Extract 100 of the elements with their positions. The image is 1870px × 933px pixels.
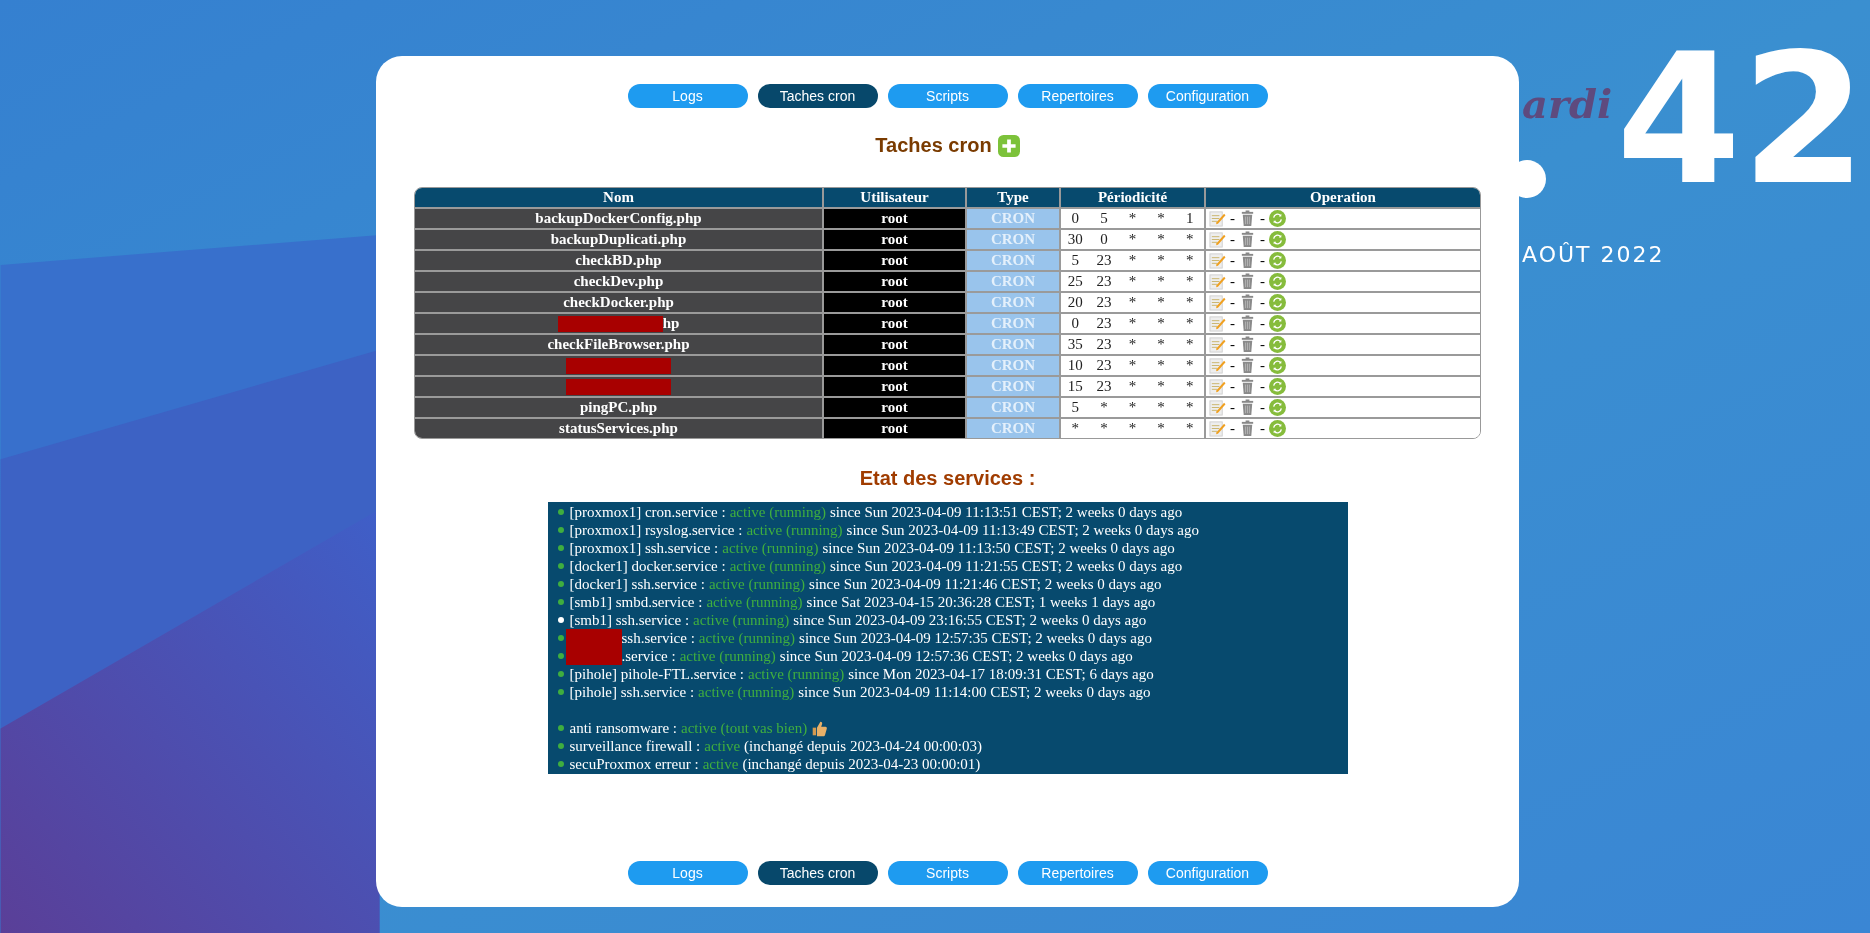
table-cell: CRON bbox=[967, 396, 1061, 417]
schedule-value: 35 bbox=[1066, 336, 1084, 353]
refresh-icon[interactable] bbox=[1269, 315, 1286, 332]
schedule-value: 23 bbox=[1095, 378, 1113, 395]
schedule-value: * bbox=[1127, 336, 1138, 353]
edit-icon[interactable] bbox=[1209, 231, 1226, 248]
script-name: checkBD.php bbox=[575, 252, 662, 269]
table-cell: CRON bbox=[967, 417, 1061, 438]
separator: - bbox=[1230, 336, 1235, 353]
trash-icon[interactable] bbox=[1239, 357, 1256, 374]
refresh-icon[interactable] bbox=[1269, 336, 1286, 353]
nav-button[interactable]: Configuration bbox=[1147, 84, 1268, 108]
trash-icon[interactable] bbox=[1239, 231, 1256, 248]
schedule-value: 5 bbox=[1099, 210, 1109, 227]
refresh-icon[interactable] bbox=[1269, 231, 1286, 248]
trash-icon[interactable] bbox=[1239, 378, 1256, 395]
trash-icon[interactable] bbox=[1239, 294, 1256, 311]
service-detail: since Sat 2023-04-15 20:36:28 CEST; 1 weeks 1 days ago bbox=[806, 593, 1156, 611]
service-name: [smb1] smbd.service : bbox=[569, 593, 703, 611]
table-cell: root bbox=[824, 417, 967, 438]
edit-icon[interactable] bbox=[1209, 357, 1226, 374]
edit-icon[interactable] bbox=[1209, 210, 1226, 227]
trash-icon[interactable] bbox=[1239, 252, 1256, 269]
nav-button[interactable]: Logs bbox=[627, 84, 748, 108]
script-name: backupDockerConfig.php bbox=[535, 210, 702, 227]
refresh-icon[interactable] bbox=[1269, 210, 1286, 227]
nav-button[interactable]: Repertoires bbox=[1017, 84, 1138, 108]
edit-icon[interactable] bbox=[1209, 420, 1226, 437]
schedule-value: * bbox=[1156, 336, 1166, 353]
service-name: ssh.service : bbox=[565, 629, 695, 647]
edit-icon[interactable] bbox=[1209, 273, 1226, 290]
trash-icon[interactable] bbox=[1239, 210, 1256, 227]
schedule-value: * bbox=[1184, 273, 1195, 290]
trash-icon[interactable] bbox=[1239, 420, 1256, 437]
service-name: [docker1] docker.service : bbox=[569, 557, 726, 575]
schedule-value: * bbox=[1156, 294, 1166, 311]
edit-icon[interactable] bbox=[1209, 315, 1226, 332]
nav-button[interactable]: Taches cron bbox=[757, 861, 878, 885]
separator: - bbox=[1260, 273, 1265, 290]
service-status: active (running) bbox=[748, 665, 845, 683]
trash-icon[interactable] bbox=[1239, 336, 1256, 353]
schedule-value: * bbox=[1156, 399, 1166, 416]
refresh-icon[interactable] bbox=[1269, 399, 1286, 416]
refresh-icon[interactable] bbox=[1269, 252, 1286, 269]
nav-button[interactable]: Scripts bbox=[887, 84, 1008, 108]
column-header: Périodicité bbox=[1061, 188, 1206, 207]
clock-day: ardi bbox=[1522, 84, 1613, 124]
schedule-value: 25 bbox=[1066, 273, 1084, 290]
schedule-value: * bbox=[1127, 357, 1138, 374]
add-icon[interactable] bbox=[997, 134, 1020, 157]
schedule-value: 23 bbox=[1095, 336, 1113, 353]
schedule-value: 23 bbox=[1095, 252, 1113, 269]
schedule-value: * bbox=[1184, 315, 1195, 332]
trash-icon[interactable] bbox=[1239, 273, 1256, 290]
table-cell: CRON bbox=[967, 291, 1061, 312]
nav-button[interactable]: Repertoires bbox=[1017, 861, 1138, 885]
service-status: active (running) bbox=[746, 521, 843, 539]
refresh-icon[interactable] bbox=[1269, 294, 1286, 311]
service-detail: since Mon 2023-04-17 18:09:31 CEST; 6 days ago bbox=[848, 665, 1154, 683]
table-cell: CRON bbox=[967, 354, 1061, 375]
refresh-icon[interactable] bbox=[1269, 420, 1286, 437]
edit-icon[interactable] bbox=[1209, 252, 1226, 269]
nav-button[interactable]: Taches cron bbox=[757, 84, 878, 108]
nav-button[interactable]: Logs bbox=[627, 861, 748, 885]
script-name: statusServices.php bbox=[559, 420, 678, 437]
schedule-value: * bbox=[1156, 273, 1166, 290]
edit-icon[interactable] bbox=[1209, 336, 1226, 353]
service-status: active bbox=[702, 755, 739, 773]
clock-time: 42 bbox=[1616, 30, 1867, 210]
separator: - bbox=[1260, 378, 1265, 395]
schedule-value: 20 bbox=[1066, 294, 1084, 311]
schedule-value: 23 bbox=[1095, 273, 1113, 290]
service-name: [pihole] ssh.service : bbox=[569, 683, 695, 701]
edit-icon[interactable] bbox=[1209, 294, 1226, 311]
service-detail: (inchangé depuis 2023-04-23 00:00:01) bbox=[742, 755, 981, 773]
edit-icon[interactable] bbox=[1209, 399, 1226, 416]
table-cell: CRON bbox=[967, 207, 1061, 228]
refresh-icon[interactable] bbox=[1269, 273, 1286, 290]
service-detail: since Sun 2023-04-09 11:21:55 CEST; 2 weeks 0 days ago bbox=[829, 557, 1183, 575]
script-name: backupDuplicati.php bbox=[550, 231, 687, 248]
nav-button[interactable]: Scripts bbox=[887, 861, 1008, 885]
schedule-value: * bbox=[1127, 252, 1138, 269]
trash-icon[interactable] bbox=[1239, 315, 1256, 332]
schedule-value: 15 bbox=[1066, 378, 1084, 395]
edit-icon[interactable] bbox=[1209, 378, 1226, 395]
service-status: active (running) bbox=[693, 611, 790, 629]
service-status: active (running) bbox=[729, 557, 826, 575]
separator: - bbox=[1260, 210, 1265, 227]
service-detail: since Sun 2023-04-09 12:57:35 CEST; 2 weeks 0 days ago bbox=[799, 629, 1152, 647]
schedule-value: * bbox=[1184, 252, 1195, 269]
refresh-icon[interactable] bbox=[1269, 378, 1286, 395]
service-status: active (running) bbox=[698, 683, 795, 701]
schedule-value: * bbox=[1127, 420, 1138, 437]
service-status: active (running) bbox=[679, 647, 776, 665]
nav-button[interactable]: Configuration bbox=[1147, 861, 1268, 885]
schedule-value: * bbox=[1156, 231, 1166, 248]
trash-icon[interactable] bbox=[1239, 399, 1256, 416]
refresh-icon[interactable] bbox=[1269, 357, 1286, 374]
service-name: surveillance firewall : bbox=[569, 737, 701, 755]
table-cell: root bbox=[824, 228, 967, 249]
